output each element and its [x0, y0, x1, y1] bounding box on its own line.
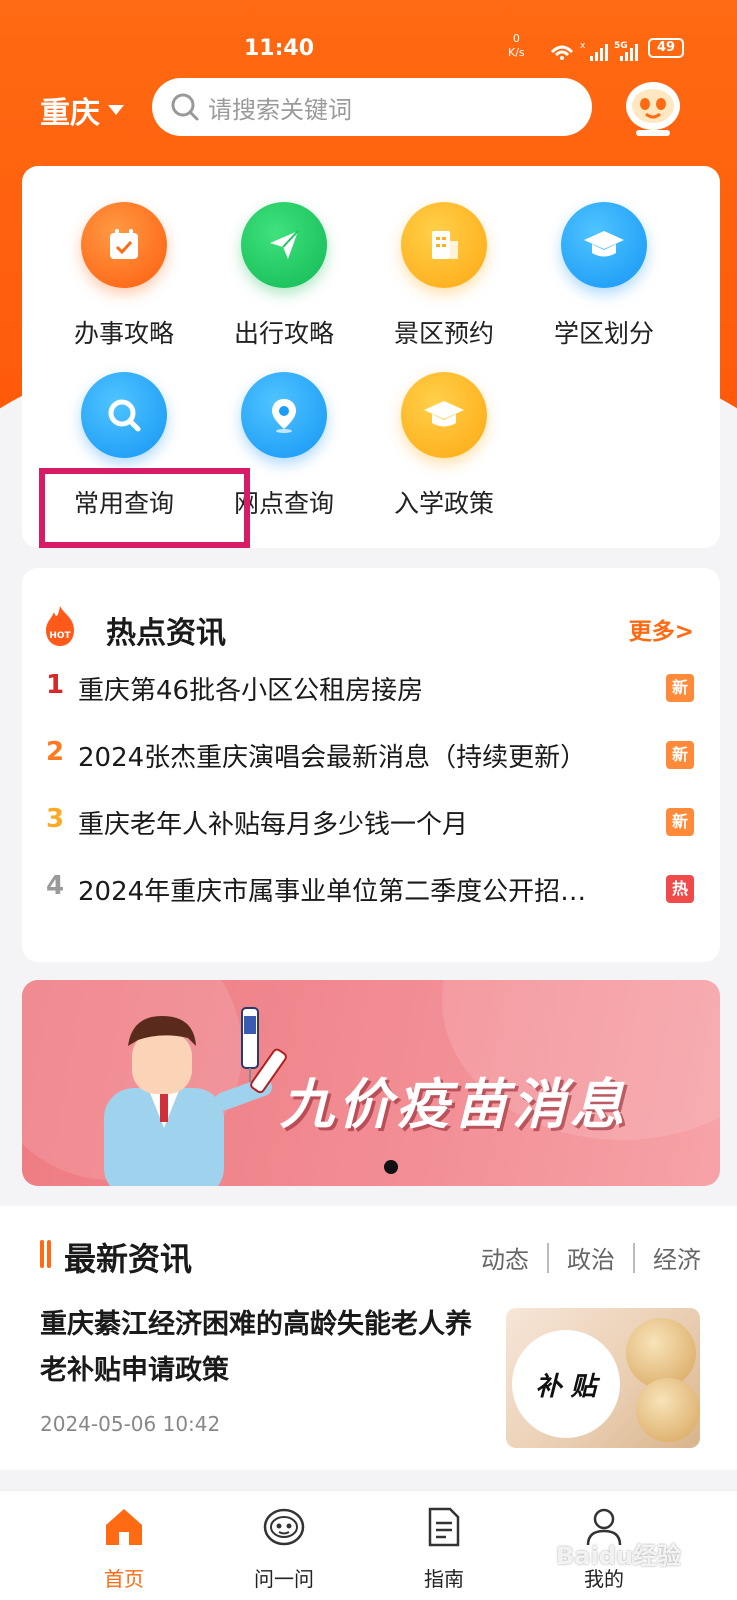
new-badge: 新	[666, 741, 694, 769]
carousel-indicator[interactable]	[384, 1160, 398, 1174]
hot-news-item[interactable]: 2 2024张杰重庆演唱会最新消息（持续更新） 新	[22, 737, 720, 777]
banner-title: 九价疫苗消息	[280, 1073, 628, 1136]
tab-dynamics[interactable]: 动态	[481, 1240, 529, 1275]
graduation-cap-icon	[401, 372, 487, 458]
nav-home[interactable]: 首页	[64, 1491, 184, 1600]
new-badge: 新	[666, 808, 694, 836]
tab-divider	[633, 1242, 635, 1273]
search-input[interactable]: 请搜索关键词	[152, 78, 592, 136]
menu-item-enrollment-policy[interactable]: 入学政策	[364, 372, 524, 532]
nav-label: 首页	[104, 1567, 144, 1591]
home-icon	[106, 1509, 142, 1545]
menu-label: 入学政策	[393, 489, 494, 518]
new-badge: 新	[666, 674, 694, 702]
hot-rank: 3	[46, 804, 65, 834]
city-selector[interactable]: 重庆	[40, 88, 124, 132]
vaccine-banner[interactable]: 九价疫苗消息	[22, 980, 720, 1186]
chevron-down-icon	[108, 105, 124, 115]
status-time: 11:40	[244, 36, 315, 61]
city-name: 重庆	[40, 96, 100, 131]
hot-news-title: 热点资讯	[106, 616, 226, 651]
tab-politics[interactable]: 政治	[567, 1240, 615, 1275]
watermark: Baidu经验	[556, 1542, 681, 1570]
nav-label: 问一问	[254, 1567, 314, 1591]
svg-text:5G: 5G	[614, 41, 628, 51]
hot-rank: 4	[46, 871, 65, 901]
nav-ask[interactable]: 问一问	[224, 1491, 344, 1600]
thumbnail-label: 补 贴	[512, 1330, 620, 1438]
hot-rank: 1	[46, 670, 65, 700]
paper-plane-icon	[241, 202, 327, 288]
fire-hot-icon: HOT	[46, 606, 74, 646]
latest-news-tabs: 动态 政治 经济	[481, 1240, 701, 1275]
search-icon	[81, 372, 167, 458]
menu-item-travel-guide[interactable]: 出行攻略	[204, 202, 364, 362]
battery-indicator: 49	[648, 38, 684, 58]
hot-news-text: 2024年重庆市属事业单位第二季度公开招…	[78, 877, 587, 907]
svg-text:HOT: HOT	[49, 631, 71, 641]
menu-label: 出行攻略	[233, 319, 334, 348]
doctor-illustration	[104, 1007, 287, 1186]
more-link[interactable]: 更多>	[629, 612, 694, 646]
menu-label: 景区预约	[393, 319, 494, 348]
menu-label: 学区划分	[553, 319, 654, 348]
hot-news-item[interactable]: 1 重庆第46批各小区公租房接房 新	[22, 670, 720, 710]
robot-icon	[263, 1508, 305, 1546]
menu-item-school-district[interactable]: 学区划分	[524, 202, 684, 362]
menu-item-affairs-guide[interactable]: 办事攻略	[44, 202, 204, 362]
hot-news-text: 重庆第46批各小区公租房接房	[78, 676, 424, 706]
nav-label: 指南	[424, 1567, 464, 1591]
hot-news-item[interactable]: 3 重庆老年人补贴每月多少钱一个月 新	[22, 804, 720, 844]
hot-rank: 2	[46, 737, 65, 767]
robot-assistant-icon[interactable]	[622, 76, 684, 138]
nav-guide[interactable]: 指南	[384, 1491, 504, 1600]
location-pin-icon	[241, 372, 327, 458]
svg-text:x: x	[580, 41, 586, 51]
hot-news-text: 2024张杰重庆演唱会最新消息（持续更新）	[78, 743, 587, 773]
hot-news-item[interactable]: 4 2024年重庆市属事业单位第二季度公开招… 热	[22, 871, 720, 911]
latest-news-title: 最新资讯	[64, 1240, 193, 1278]
hot-news-text: 重庆老年人补贴每月多少钱一个月	[78, 810, 469, 840]
latest-news-section: 最新资讯 动态 政治 经济 重庆綦江经济困难的高龄失能老人养老补贴申请政策 20…	[0, 1206, 737, 1470]
calendar-check-icon	[81, 202, 167, 288]
search-placeholder: 请搜索关键词	[208, 95, 352, 124]
news-article-time: 2024-05-06 10:42	[40, 1412, 221, 1436]
hot-news-card: HOT 热点资讯 更多> 1 重庆第46批各小区公租房接房 新 2 2024张杰…	[22, 568, 720, 962]
section-accent-icon	[40, 1240, 51, 1268]
highlight-annotation-box	[39, 468, 250, 548]
tab-economy[interactable]: 经济	[653, 1240, 701, 1275]
tab-divider	[547, 1242, 549, 1273]
search-icon	[171, 93, 199, 121]
news-article-title[interactable]: 重庆綦江经济困难的高龄失能老人养老补贴申请政策	[40, 1302, 490, 1394]
menu-item-scenic-booking[interactable]: 景区预约	[364, 202, 524, 362]
coin-decoration	[626, 1318, 696, 1388]
building-icon	[401, 202, 487, 288]
hot-badge: 热	[666, 875, 694, 903]
document-icon	[428, 1507, 460, 1547]
coin-decoration	[636, 1378, 700, 1442]
network-speed: 0 K/s	[508, 32, 525, 59]
status-bar: 11:40 0 K/s x 5G 49	[0, 30, 737, 70]
menu-label: 办事攻略	[73, 319, 174, 348]
graduation-cap-icon	[561, 202, 647, 288]
news-thumbnail[interactable]: 补 贴	[506, 1308, 700, 1448]
